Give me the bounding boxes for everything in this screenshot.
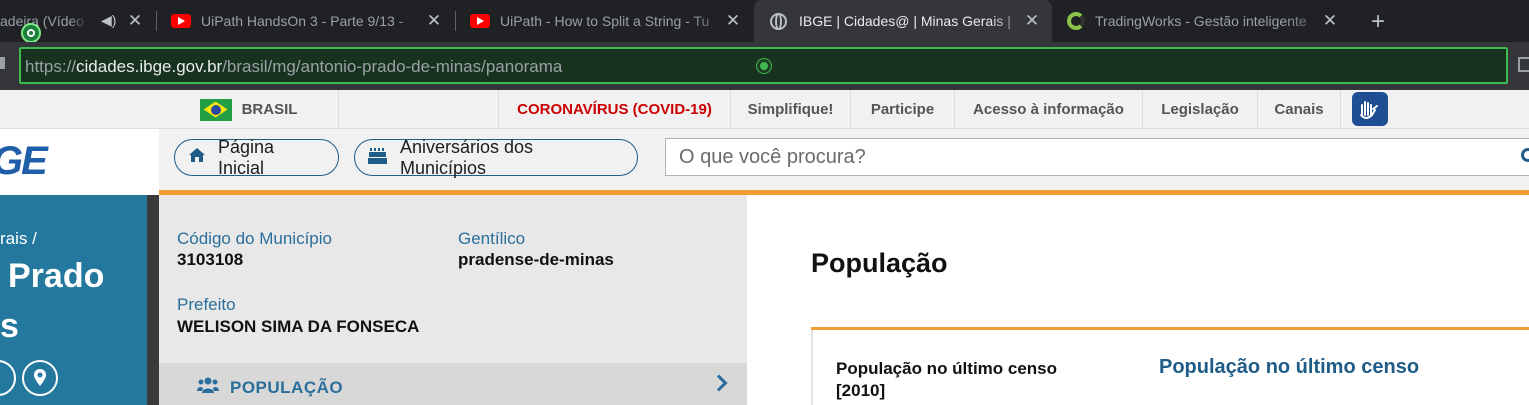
brazil-flag-icon <box>199 98 232 121</box>
tab-title: UiPath HandsOn 3 - Parte 9/13 - <box>201 13 404 29</box>
recording-indicator-icon <box>757 59 771 73</box>
codigo-label: Código do Município <box>177 229 332 248</box>
brasil-label: BRASIL <box>241 101 298 118</box>
people-icon <box>197 377 219 398</box>
section-title: População <box>811 248 948 278</box>
legislacao-link[interactable]: Legislação <box>1143 90 1258 129</box>
covid-link[interactable]: CORONAVÍRUS (COVID-19) <box>498 90 731 129</box>
extension-badge-icon[interactable] <box>21 23 41 43</box>
url-text: https://cidades.ibge.gov.br/brasil/mg/an… <box>25 57 562 77</box>
anniversaries-button[interactable]: Aniversários dos Municípios <box>354 136 638 178</box>
municipality-info: Código do Município 3103108 Gentílico pr… <box>159 195 747 363</box>
address-bar[interactable]: https://cidades.ibge.gov.br/brasil/mg/an… <box>19 47 1508 84</box>
breadcrumb[interactable]: rais / <box>0 229 37 249</box>
canais-link[interactable]: Canais <box>1258 90 1341 129</box>
globe-icon <box>770 12 787 30</box>
info-circle-icon[interactable] <box>0 360 16 396</box>
card-accent-line <box>811 327 1529 330</box>
codigo-value: 3103108 <box>177 250 244 269</box>
card-border <box>811 330 813 405</box>
tab-title: UiPath - How to Split a String - Tu <box>500 13 710 29</box>
extension-icon[interactable] <box>1518 57 1529 72</box>
logo-area: GE <box>0 129 159 191</box>
close-icon[interactable]: ✕ <box>1320 11 1340 31</box>
home-label: Página Inicial <box>218 136 275 178</box>
tab-tradingworks[interactable]: TradingWorks - Gestão inteligente ✕ <box>1053 0 1350 42</box>
gentilico-label: Gentílico <box>458 229 526 248</box>
tab-uipath-handson[interactable]: UiPath HandsOn 3 - Parte 9/13 - ✕ <box>157 0 454 42</box>
city-name-line2: s <box>0 307 19 345</box>
speaker-icon: ◀) <box>101 12 117 28</box>
new-tab-button[interactable]: + <box>1366 8 1390 36</box>
prefeito-value: WELISON SIMA DA FONSECA <box>177 317 420 336</box>
census-heading: População no último censo <box>1159 356 1420 378</box>
anniversaries-label: Aniversários dos Municípios <box>400 136 534 178</box>
browser-tab-strip: adeira (Vídeo ◀) ✕ UiPath HandsOn 3 - Pa… <box>0 0 1529 42</box>
city-panel: rais / Prado s <box>0 195 147 405</box>
tab-title: adeira (Vídeo <box>0 13 85 29</box>
tradingworks-icon <box>1067 12 1085 30</box>
map-pin-icon[interactable] <box>22 360 58 396</box>
tab-title: TradingWorks - Gestão inteligente <box>1095 13 1307 29</box>
menu-item-label: POPULAÇÃO <box>230 378 344 397</box>
census-label: População no último censo [2010] <box>836 359 1058 400</box>
browser-toolbar: https://cidades.ibge.gov.br/brasil/mg/an… <box>0 42 1529 90</box>
cake-icon <box>368 146 388 169</box>
simplifique-link[interactable]: Simplifique! <box>731 90 851 129</box>
search-icon[interactable] <box>1521 148 1529 162</box>
tab-title: IBGE | Cidades@ | Minas Gerais | <box>799 13 1011 29</box>
close-icon[interactable]: ✕ <box>723 11 743 31</box>
url-host: cidades.ibge.gov.br <box>76 57 223 76</box>
lock-icon[interactable] <box>0 57 5 69</box>
prefeito-label: Prefeito <box>177 295 236 314</box>
panel-divider <box>147 195 159 405</box>
vlibras-accessibility-icon[interactable] <box>1352 92 1388 126</box>
tab-ibge-cidades[interactable]: IBGE | Cidades@ | Minas Gerais | ✕ <box>754 0 1052 42</box>
close-icon[interactable]: ✕ <box>1022 11 1042 31</box>
youtube-icon <box>171 14 191 28</box>
close-icon[interactable]: ✕ <box>424 11 444 31</box>
search-box <box>665 138 1529 176</box>
url-path: /brasil/mg/antonio-prado-de-minas/panora… <box>222 57 563 76</box>
acesso-informacao-link[interactable]: Acesso à informação <box>955 90 1143 129</box>
chevron-right-icon <box>710 374 728 392</box>
ibge-logo[interactable]: GE <box>0 139 48 184</box>
youtube-icon <box>470 14 490 28</box>
menu-item-populacao[interactable]: POPULAÇÃO <box>159 363 747 405</box>
home-icon <box>188 147 206 168</box>
gentilico-value: pradense-de-minas <box>458 250 614 269</box>
gov-bar: BRASIL CORONAVÍRUS (COVID-19) Simplifiqu… <box>0 90 1529 129</box>
site-header: GE Página Inicial Aniversários dos Munic… <box>0 129 1529 191</box>
home-button[interactable]: Página Inicial <box>174 136 339 178</box>
brasil-link[interactable]: BRASIL <box>159 90 339 129</box>
city-name-line1: Prado <box>8 257 105 295</box>
participe-link[interactable]: Participe <box>851 90 955 129</box>
search-input[interactable] <box>666 139 1529 175</box>
url-scheme: https:// <box>25 57 77 76</box>
tab-uipath-split[interactable]: UiPath - How to Split a String - Tu ✕ <box>456 0 753 42</box>
close-icon[interactable]: ✕ <box>125 11 145 31</box>
